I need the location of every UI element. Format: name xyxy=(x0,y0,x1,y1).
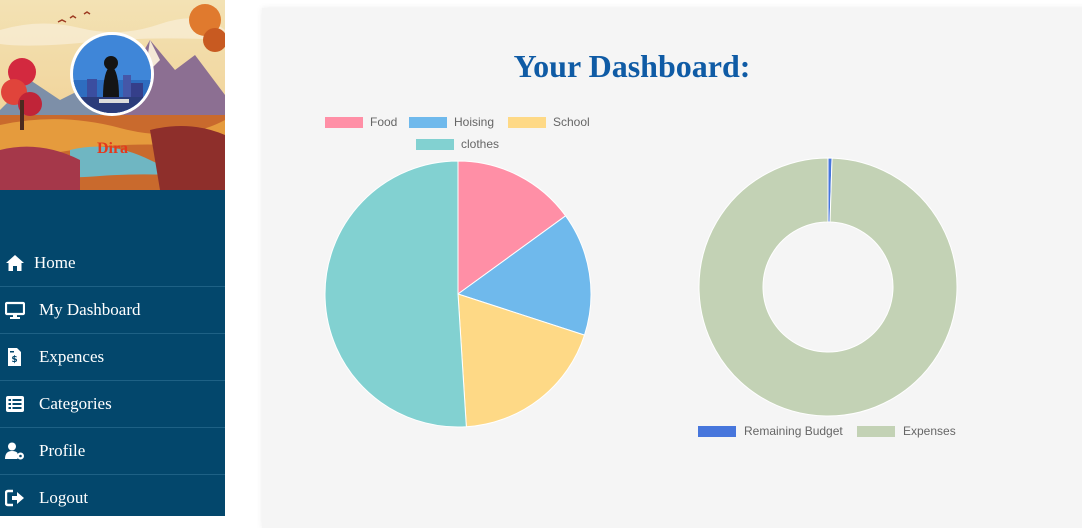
monitor-icon xyxy=(4,300,26,320)
legend-swatch xyxy=(508,117,546,128)
sidebar-item-label: Logout xyxy=(39,488,89,507)
legend-swatch xyxy=(325,117,363,128)
sidebar-item-label: Expences xyxy=(39,347,105,366)
home-icon xyxy=(5,253,25,273)
legend-label: Remaining Budget xyxy=(744,424,843,438)
legend-label: School xyxy=(553,115,590,129)
sidebar-item-label: My Dashboard xyxy=(39,300,141,319)
doughnut-slice-expenses[interactable] xyxy=(698,157,958,417)
sidebar-item-profile[interactable]: Profile xyxy=(0,428,225,475)
sidebar: Dira Home My Dashboard $ Expences Catego… xyxy=(0,0,225,516)
user-name: Dira xyxy=(96,140,129,157)
legend-label: Hoising xyxy=(454,115,495,129)
legend-swatch xyxy=(416,139,454,150)
sidebar-item-logout[interactable]: Logout xyxy=(0,475,225,521)
svg-text:$: $ xyxy=(11,355,17,365)
page-title: Your Dashboard: xyxy=(513,48,751,84)
sidebar-item-expences[interactable]: $ Expences xyxy=(0,334,225,381)
legend-swatch xyxy=(698,426,736,437)
sidebar-item-label: Categories xyxy=(39,394,112,413)
list-icon xyxy=(5,394,25,414)
category-pie-chart xyxy=(324,160,592,428)
legend-label: clothes xyxy=(461,137,500,151)
legend-label: Expenses xyxy=(903,424,956,438)
sidebar-item-label: Profile xyxy=(39,441,86,460)
sidebar-item-label: Home xyxy=(34,253,76,272)
legend-label: Food xyxy=(370,115,398,129)
avatar[interactable] xyxy=(70,32,154,116)
sidebar-nav: Home My Dashboard $ Expences Categories … xyxy=(0,240,225,521)
budget-doughnut-chart xyxy=(698,157,958,417)
profile-header-illustration: Dira xyxy=(0,0,225,190)
logout-icon xyxy=(4,488,25,508)
legend-swatch xyxy=(857,426,895,437)
sidebar-item-categories[interactable]: Categories xyxy=(0,381,225,428)
user-cog-icon xyxy=(5,441,25,461)
pie-slice-clothes[interactable] xyxy=(324,160,467,428)
legend-swatch xyxy=(409,117,447,128)
sidebar-item-dashboard[interactable]: My Dashboard xyxy=(0,287,225,334)
invoice-icon: $ xyxy=(5,347,25,367)
sidebar-item-home[interactable]: Home xyxy=(0,240,225,287)
